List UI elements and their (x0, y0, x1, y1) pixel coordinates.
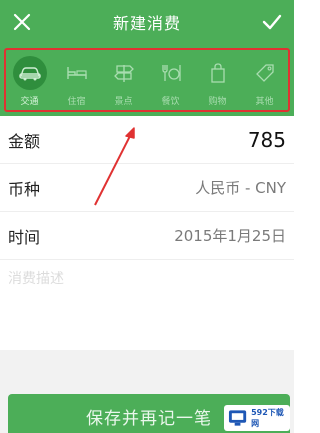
close-button[interactable] (0, 0, 44, 44)
close-icon (13, 13, 31, 31)
watermark-logo-icon (228, 410, 247, 426)
site-watermark: 592下载网 (224, 405, 290, 431)
time-row[interactable]: 时间 2015年1月25日 (0, 212, 294, 260)
time-value[interactable]: 2015年1月25日 (174, 225, 286, 246)
currency-label: 币种 (8, 179, 41, 199)
currency-row[interactable]: 币种 人民币 - CNY (0, 164, 294, 212)
amount-row[interactable]: 金额 785 (0, 116, 294, 164)
confirm-button[interactable] (250, 0, 294, 44)
category-label: 住宿 (67, 97, 86, 107)
category-label: 其他 (255, 97, 274, 107)
watermark-text: 592下载网 (251, 408, 284, 428)
category-lodging[interactable]: 住宿 (55, 56, 99, 107)
category-other[interactable]: 其他 (243, 56, 287, 107)
category-dining[interactable]: 餐饮 (149, 56, 193, 107)
category-label: 餐饮 (161, 97, 180, 107)
amount-value[interactable]: 785 (248, 128, 286, 152)
nav-header: 新建消费 (0, 0, 294, 44)
category-label: 交通 (20, 97, 39, 107)
category-transport[interactable]: 交通 (8, 56, 52, 107)
car-icon (12, 56, 47, 90)
category-attractions[interactable]: 景点 (102, 56, 146, 107)
check-icon (262, 14, 282, 30)
annotation-highlight-box: 交通 住宿 景点 餐饮 购物 其他 (4, 48, 290, 112)
category-strip: 交通 住宿 景点 餐饮 购物 其他 (0, 44, 294, 116)
bed-icon (60, 56, 94, 90)
category-label: 购物 (208, 97, 227, 107)
currency-value[interactable]: 人民币 - CNY (195, 177, 286, 198)
app-screen: 新建消费 交通 住宿 景点 餐饮 购物 其他 金额 785 币种 人民币 - C… (0, 0, 294, 433)
category-shopping[interactable]: 购物 (196, 56, 240, 107)
category-label: 景点 (114, 97, 133, 107)
page-title: 新建消费 (112, 14, 181, 33)
signpost-icon (107, 56, 141, 90)
amount-label: 金额 (8, 131, 41, 151)
description-input[interactable]: 消费描述 (8, 268, 64, 288)
tag-icon (248, 56, 282, 90)
shopping-bag-icon (201, 56, 235, 90)
time-label: 时间 (8, 227, 41, 247)
dining-icon (154, 56, 188, 90)
